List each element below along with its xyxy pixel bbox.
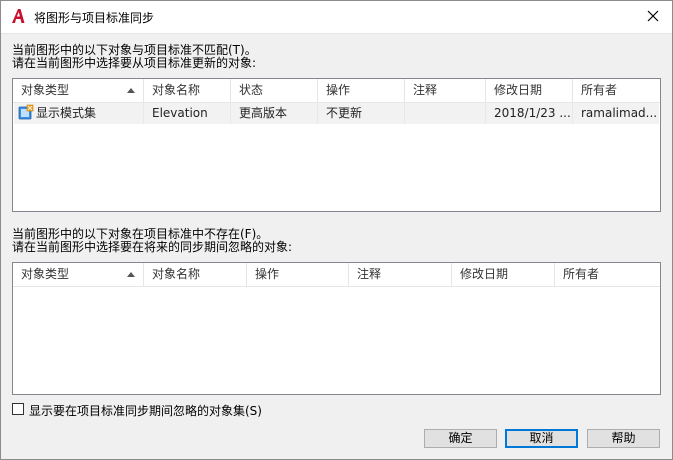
- sort-ascending-icon: [127, 88, 135, 93]
- display-set-icon: [18, 104, 34, 120]
- column-header-note[interactable]: 注释: [349, 263, 452, 286]
- section2-description-line2: 请在当前图形中选择要在将来的同步期间忽略的对象:: [12, 240, 293, 254]
- ok-button[interactable]: 确定: [424, 429, 497, 448]
- list-header: 对象类型 对象名称 状态 操作 注释 修改日期 所有者: [13, 79, 660, 103]
- column-header-note[interactable]: 注释: [405, 79, 486, 102]
- section1-description-line1: 当前图形中的以下对象与项目标准不匹配(T)。: [12, 43, 257, 57]
- show-ignored-sets-label[interactable]: 显示要在项目标准同步期间忽略的对象集(S): [29, 402, 262, 419]
- row-object-name: Elevation: [144, 103, 231, 124]
- list-header: 对象类型 对象名称 操作 注释 修改日期 所有者: [13, 263, 660, 287]
- section2-description-line1: 当前图形中的以下对象在项目标准中不存在(F)。: [12, 227, 269, 241]
- column-header-action[interactable]: 操作: [247, 263, 349, 286]
- column-header-object-type[interactable]: 对象类型: [13, 263, 144, 286]
- cancel-button[interactable]: 取消: [505, 429, 578, 448]
- mismatched-objects-list[interactable]: 对象类型 对象名称 状态 操作 注释 修改日期 所有者 显示模式集 Elevat…: [12, 78, 661, 212]
- sort-ascending-icon: [127, 272, 135, 277]
- column-header-object-type[interactable]: 对象类型: [13, 79, 144, 102]
- column-header-object-name[interactable]: 对象名称: [144, 79, 231, 102]
- column-header-owner[interactable]: 所有者: [555, 263, 661, 286]
- show-ignored-sets-checkbox[interactable]: [12, 403, 24, 415]
- column-header-status[interactable]: 状态: [231, 79, 318, 102]
- table-row[interactable]: 显示模式集 Elevation 更高版本 不更新 2018/1/23 ... r…: [14, 103, 659, 124]
- column-header-action[interactable]: 操作: [318, 79, 405, 102]
- ignored-objects-list[interactable]: 对象类型 对象名称 操作 注释 修改日期 所有者: [12, 262, 661, 395]
- row-owner: ramalimad...: [581, 106, 658, 120]
- row-status: 更高版本: [231, 103, 318, 124]
- autocad-a-icon: [12, 9, 25, 23]
- close-button[interactable]: [639, 4, 667, 28]
- column-header-object-name[interactable]: 对象名称: [144, 263, 247, 286]
- column-header-owner[interactable]: 所有者: [573, 79, 661, 102]
- section1-description-line2: 请在当前图形中选择要从项目标准更新的对象:: [12, 56, 257, 70]
- window-title: 将图形与项目标准同步: [34, 11, 155, 25]
- help-button[interactable]: 帮助: [587, 429, 660, 448]
- column-header-modified-date[interactable]: 修改日期: [452, 263, 555, 286]
- row-action[interactable]: 不更新: [318, 103, 405, 124]
- row-note: [405, 103, 486, 124]
- row-modified-date: 2018/1/23 ...: [486, 103, 573, 124]
- title-bar: 将图形与项目标准同步: [0, 0, 673, 34]
- row-object-type: 显示模式集: [14, 103, 144, 124]
- close-icon: [647, 10, 659, 22]
- column-header-modified-date[interactable]: 修改日期: [486, 79, 573, 102]
